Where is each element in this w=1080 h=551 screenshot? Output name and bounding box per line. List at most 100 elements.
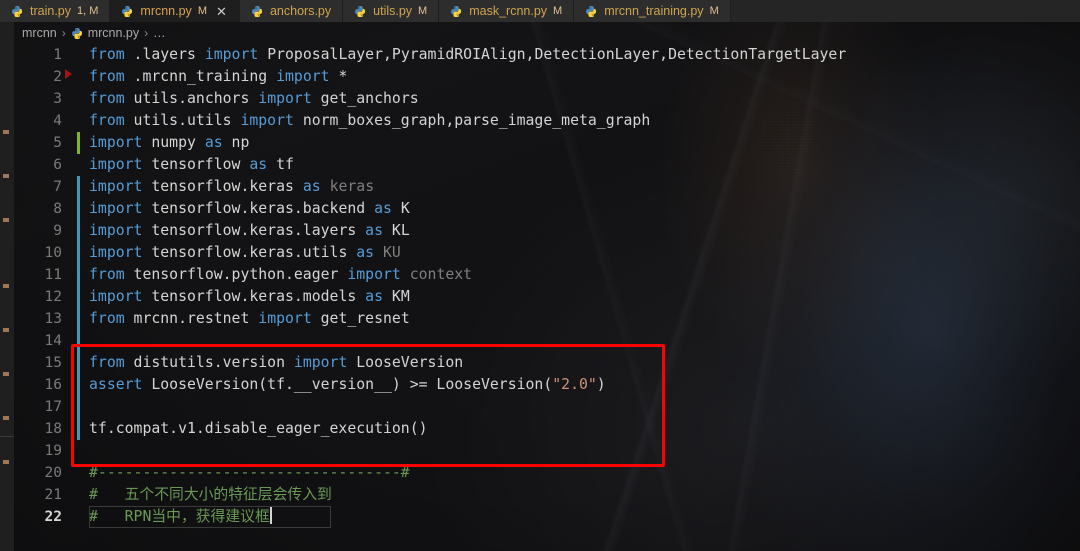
git-modified-marker[interactable]	[77, 352, 80, 374]
editor-tab-mrcnn-py[interactable]: mrcnn.py M ✕	[110, 0, 240, 22]
tab-label: utils.py	[373, 4, 413, 18]
line-number: 21	[44, 487, 62, 503]
git-modified-marker[interactable]	[77, 396, 80, 418]
code-line[interactable]: 21 # 五个不同大小的特征层会传入到	[14, 484, 1080, 506]
editor-tab-mask_rcnn-py[interactable]: mask_rcnn.py M	[439, 0, 575, 22]
code-text: import tensorflow.keras as keras	[89, 178, 375, 195]
line-number: 7	[53, 179, 62, 195]
code-line[interactable]: 22 # RPN当中，获得建议框	[14, 506, 1080, 528]
line-number: 15	[44, 355, 62, 371]
code-line[interactable]: 17	[14, 396, 1080, 418]
code-line[interactable]: 13 from mrcnn.restnet import get_resnet	[14, 308, 1080, 330]
git-added-marker[interactable]	[77, 132, 80, 154]
code-text: from tensorflow.python.eager import cont…	[89, 266, 473, 283]
line-number: 5	[53, 135, 62, 151]
line-number: 17	[44, 399, 62, 415]
code-text: from mrcnn.restnet import get_resnet	[89, 310, 410, 327]
git-modified-marker[interactable]	[77, 264, 80, 286]
text-cursor	[269, 506, 272, 524]
line-number: 4	[53, 113, 62, 129]
tab-label: train.py	[30, 4, 71, 18]
overview-ruler[interactable]	[0, 22, 14, 551]
code-line[interactable]: 15 from distutils.version import LooseVer…	[14, 352, 1080, 374]
code-lines: 1 from .layers import ProposalLayer,Pyram…	[14, 44, 1080, 528]
breadcrumb-ellipsis[interactable]: …	[153, 26, 166, 40]
breadcrumb-separator-icon: ›	[61, 26, 66, 40]
code-text: import tensorflow as tf	[89, 156, 294, 173]
git-modified-marker[interactable]	[77, 176, 80, 198]
code-line[interactable]: 10 import tensorflow.keras.utils as KU	[14, 242, 1080, 264]
code-text: from utils.anchors import get_anchors	[89, 90, 419, 107]
line-number: 13	[44, 311, 62, 327]
code-text: tf.compat.v1.disable_eager_execution()	[89, 420, 428, 437]
breakpoint-icon[interactable]	[65, 69, 72, 79]
code-text: import numpy as np	[89, 134, 250, 151]
line-number: 14	[44, 333, 62, 349]
code-text: from distutils.version import LooseVersi…	[89, 354, 464, 371]
code-line[interactable]: 8 import tensorflow.keras.backend as K	[14, 198, 1080, 220]
code-editor[interactable]: 1 from .layers import ProposalLayer,Pyram…	[14, 44, 1080, 551]
line-number: 1	[53, 47, 62, 63]
editor-tab-mrcnn_training-py[interactable]: mrcnn_training.py M	[574, 0, 731, 22]
code-line[interactable]: 16 assert LooseVersion(tf.__version__) >=…	[14, 374, 1080, 396]
code-line[interactable]: 1 from .layers import ProposalLayer,Pyram…	[14, 44, 1080, 66]
code-line[interactable]: 20 #----------------------------------#	[14, 462, 1080, 484]
line-number: 2	[53, 69, 62, 85]
tab-dirty-badge: M	[418, 5, 428, 17]
git-modified-marker[interactable]	[77, 242, 80, 264]
code-line[interactable]: 2 from .mrcnn_training import *	[14, 66, 1080, 88]
tab-dirty-badge: 1, M	[77, 5, 99, 17]
code-line[interactable]: 3 from utils.anchors import get_anchors	[14, 88, 1080, 110]
code-text: # 五个不同大小的特征层会传入到	[89, 486, 332, 503]
code-line[interactable]: 4 from utils.utils import norm_boxes_grap…	[14, 110, 1080, 132]
code-text: import tensorflow.keras.layers as KL	[89, 222, 410, 239]
code-line[interactable]: 5 import numpy as np	[14, 132, 1080, 154]
tab-dirty-badge: M	[709, 5, 719, 17]
python-file-icon	[585, 5, 598, 18]
editor-tab-utils-py[interactable]: utils.py M	[343, 0, 440, 22]
line-number: 9	[53, 223, 62, 239]
editor-tab-bar: train.py 1, M mrcnn.py M ✕ anchors.py utils.py…	[0, 0, 1080, 22]
code-line[interactable]: 18 tf.compat.v1.disable_eager_execution()	[14, 418, 1080, 440]
line-number: 10	[44, 245, 62, 261]
code-line[interactable]: 6 import tensorflow as tf	[14, 154, 1080, 176]
editor-tab-anchors-py[interactable]: anchors.py	[239, 0, 344, 22]
line-number: 18	[44, 421, 62, 437]
breadcrumb-folder[interactable]: mrcnn	[22, 26, 57, 40]
line-number: 6	[53, 157, 62, 173]
code-line[interactable]: 14	[14, 330, 1080, 352]
editor-tab-train-py[interactable]: train.py 1, M	[0, 0, 111, 22]
tab-dirty-badge: M	[553, 5, 563, 17]
tab-close-icon[interactable]: ✕	[215, 5, 228, 18]
breadcrumb: mrcnn › mrcnn.py › …	[0, 22, 1080, 44]
git-modified-marker[interactable]	[77, 220, 80, 242]
python-file-icon	[450, 5, 463, 18]
code-text: from .mrcnn_training import *	[89, 68, 348, 85]
git-modified-marker[interactable]	[77, 330, 80, 352]
code-text: #----------------------------------#	[89, 464, 410, 481]
code-line[interactable]: 12 import tensorflow.keras.models as KM	[14, 286, 1080, 308]
git-modified-marker[interactable]	[77, 198, 80, 220]
tab-dirty-badge: M	[197, 5, 207, 17]
git-modified-marker[interactable]	[77, 418, 80, 440]
code-text: import tensorflow.keras.utils as KU	[89, 244, 401, 261]
tab-label: mask_rcnn.py	[469, 4, 548, 18]
code-text: from .layers import ProposalLayer,Pyrami…	[89, 46, 847, 63]
code-text: import tensorflow.keras.backend as K	[89, 200, 410, 217]
code-line[interactable]: 19	[14, 440, 1080, 462]
python-file-icon	[71, 27, 84, 40]
code-line[interactable]: 11 from tensorflow.python.eager import co…	[14, 264, 1080, 286]
code-text: assert LooseVersion(tf.__version__) >= L…	[89, 376, 606, 393]
git-modified-marker[interactable]	[77, 286, 80, 308]
line-number: 8	[53, 201, 62, 217]
breadcrumb-file[interactable]: mrcnn.py	[88, 26, 139, 40]
python-file-icon	[121, 5, 134, 18]
tab-label: mrcnn_training.py	[604, 4, 704, 18]
line-number: 19	[44, 443, 62, 459]
git-modified-marker[interactable]	[77, 374, 80, 396]
git-modified-marker[interactable]	[77, 308, 80, 330]
code-line[interactable]: 9 import tensorflow.keras.layers as KL	[14, 220, 1080, 242]
line-number: 22	[44, 509, 62, 525]
line-number: 3	[53, 91, 62, 107]
code-line[interactable]: 7 import tensorflow.keras as keras	[14, 176, 1080, 198]
